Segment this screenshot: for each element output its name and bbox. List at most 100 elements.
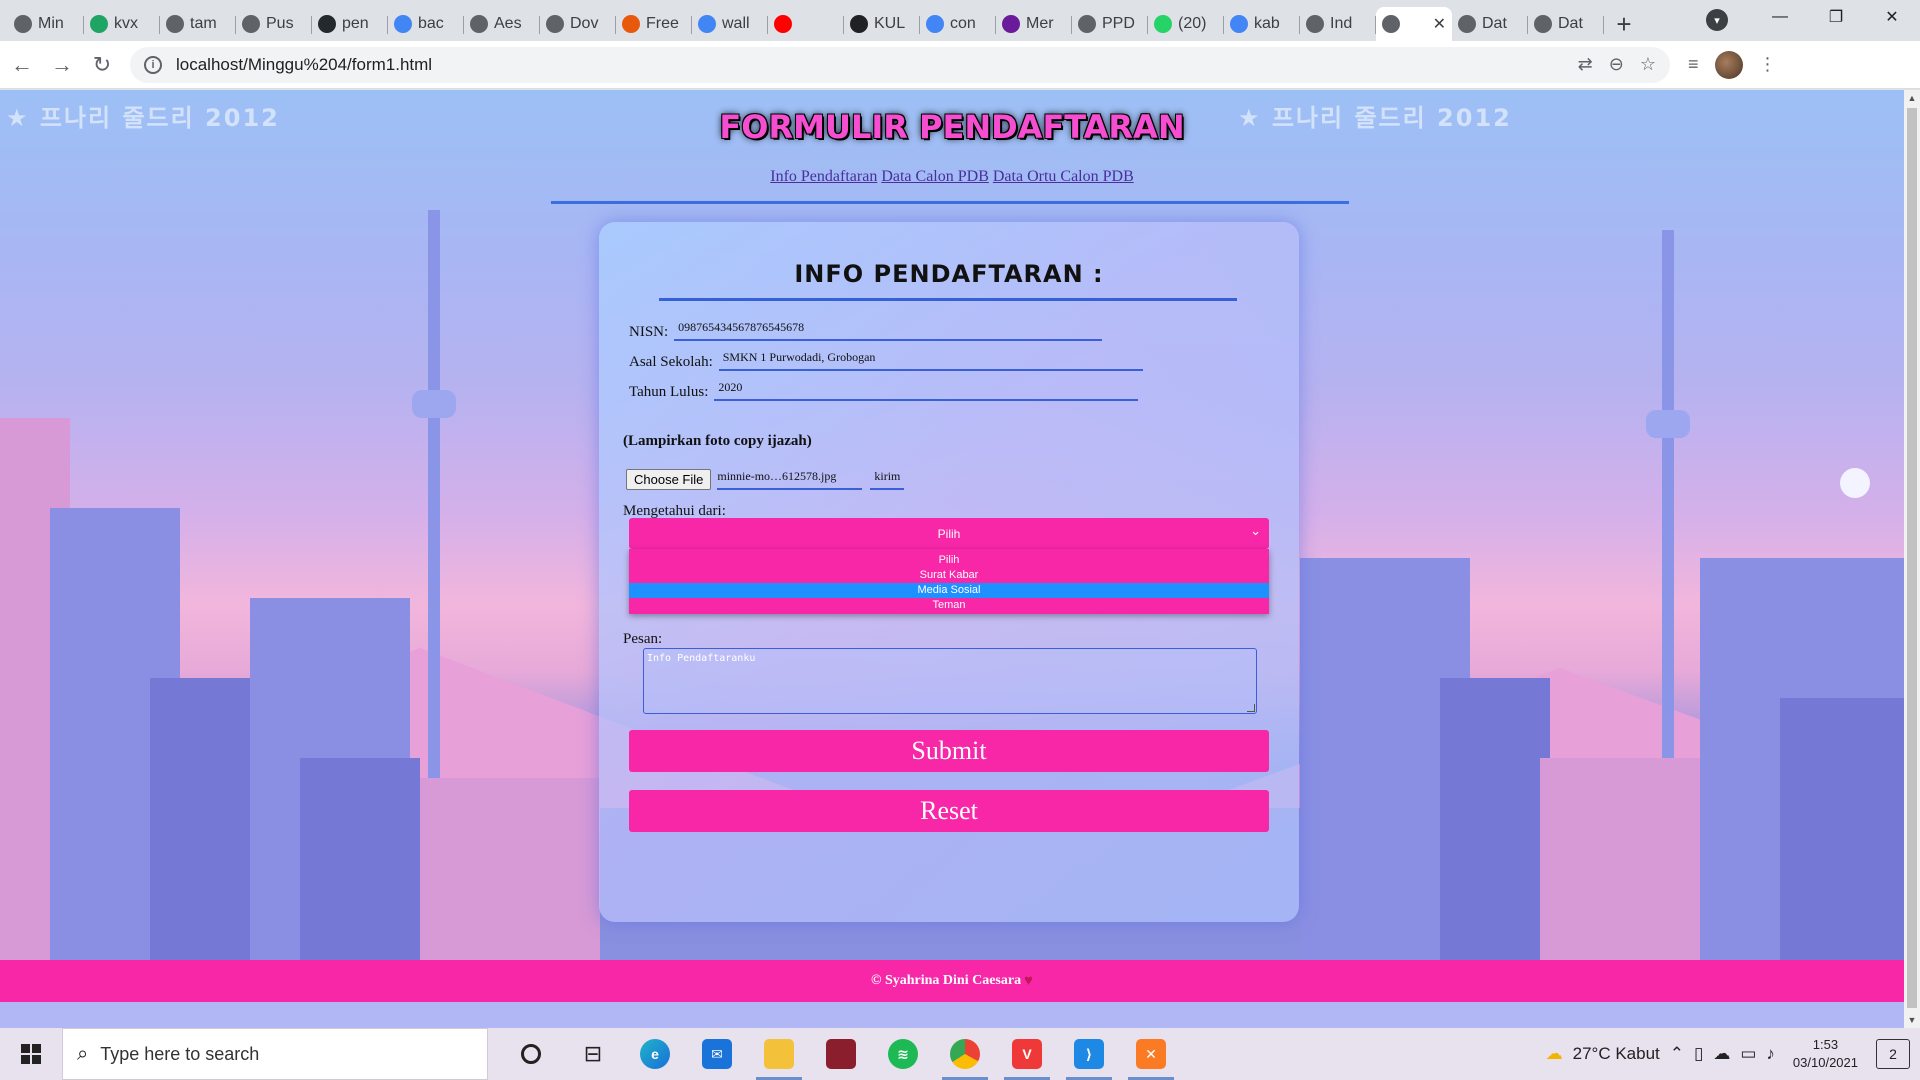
browser-tab[interactable]: con	[920, 7, 996, 41]
taskbar-clock[interactable]: 1:53 03/10/2021	[1793, 1036, 1858, 1072]
nav-link-data-ortu[interactable]: Data Ortu Calon PDB	[993, 168, 1134, 185]
browser-tab[interactable]: ✕	[1376, 7, 1452, 41]
url-text[interactable]: localhost/Minggu%204/form1.html	[176, 55, 432, 75]
window-controls: — ❐ ✕	[1752, 0, 1920, 34]
resize-handle-icon[interactable]	[1247, 704, 1255, 712]
globe-icon	[546, 15, 564, 33]
globe-icon	[242, 15, 260, 33]
volume-icon[interactable]: ♪	[1766, 1044, 1775, 1064]
mail-icon[interactable]: ✉	[686, 1028, 748, 1080]
browser-tab[interactable]: wall	[692, 7, 768, 41]
dropdown-option-teman[interactable]: Teman	[629, 598, 1269, 613]
xampp-icon[interactable]: ✕	[1120, 1028, 1182, 1080]
taskbar-search[interactable]: ⌕ Type here to search	[62, 1028, 488, 1080]
browser-tab[interactable]: Dov	[540, 7, 616, 41]
browser-tab[interactable]: tam	[160, 7, 236, 41]
registration-card: INFO PENDAFTARAN : NISN: 098765434567876…	[599, 222, 1299, 922]
site-info-icon[interactable]: i	[144, 55, 162, 74]
browser-tab[interactable]: KUL	[844, 7, 920, 41]
close-window-icon[interactable]: ✕	[1864, 0, 1920, 34]
tab-title: wall	[722, 15, 750, 32]
restore-icon[interactable]: ❐	[1808, 0, 1864, 34]
graduation-year-input[interactable]: 2020	[714, 380, 1139, 401]
globe-icon	[14, 15, 32, 33]
minimize-icon[interactable]: —	[1752, 0, 1808, 34]
notification-center-icon[interactable]: 2	[1876, 1039, 1910, 1069]
start-button[interactable]	[0, 1028, 62, 1080]
tower-left	[428, 210, 440, 790]
profile-avatar[interactable]	[1714, 50, 1743, 79]
close-tab-icon[interactable]: ✕	[1433, 14, 1446, 34]
translate-icon[interactable]: ⇄	[1578, 54, 1593, 75]
browser-tab[interactable]: Mer	[996, 7, 1072, 41]
chevron-up-icon[interactable]: ⌃	[1670, 1044, 1684, 1064]
tab-title: Dat	[1482, 15, 1507, 32]
browser-tab[interactable]: Dat	[1528, 7, 1604, 41]
task-view-icon[interactable]: ⊟	[562, 1028, 624, 1080]
tab-title: Pus	[266, 15, 294, 32]
browser-tab[interactable]: Free	[616, 7, 692, 41]
dropdown-option-surat-kabar[interactable]: Surat Kabar	[629, 568, 1269, 583]
moon-icon	[1840, 468, 1870, 498]
battery-icon[interactable]: ▭	[1740, 1044, 1756, 1064]
onedrive-icon[interactable]: ☁	[1713, 1044, 1730, 1064]
edge-icon[interactable]: e	[624, 1028, 686, 1080]
file-explorer-icon[interactable]	[748, 1028, 810, 1080]
browser-tab[interactable]: bac	[388, 7, 464, 41]
source-select[interactable]: Pilih ⌄	[629, 518, 1269, 549]
app-icon	[1002, 15, 1020, 33]
browser-tab[interactable]: PPD	[1072, 7, 1148, 41]
page-scrollbar[interactable]: ▲ ▼	[1904, 90, 1920, 1028]
weather-icon[interactable]: ☁	[1546, 1044, 1563, 1064]
weather-text[interactable]: 27°C Kabut	[1573, 1044, 1660, 1064]
address-bar[interactable]: i localhost/Minggu%204/form1.html ⇄ ⊖ ☆	[130, 46, 1670, 83]
tab-title: Aes	[494, 15, 522, 32]
browser-tab[interactable]: Ind	[1300, 7, 1376, 41]
nav-link-data-calon[interactable]: Data Calon PDB	[881, 168, 989, 185]
back-icon[interactable]: ←	[4, 47, 40, 83]
new-tab-button[interactable]: +	[1604, 7, 1644, 41]
vscode-icon[interactable]: ⟩	[1058, 1028, 1120, 1080]
menu-kebab-icon[interactable]: ⋮	[1759, 54, 1777, 75]
browser-tab[interactable]: Dat	[1452, 7, 1528, 41]
media-app-icon[interactable]	[810, 1028, 872, 1080]
forward-icon[interactable]: →	[44, 47, 80, 83]
browser-tab[interactable]: Min	[8, 7, 84, 41]
tab-search-icon[interactable]: ▾	[1706, 9, 1728, 31]
dropdown-option-pilih[interactable]: Pilih	[629, 553, 1269, 568]
nav-link-info[interactable]: Info Pendaftaran	[770, 168, 877, 185]
browser-tab[interactable]: Aes	[464, 7, 540, 41]
scroll-up-icon[interactable]: ▲	[1904, 90, 1920, 106]
nisn-label: NISN:	[629, 324, 669, 340]
pinned-apps: ⊟ e ✉ ≋ V ⟩ ✕	[500, 1028, 1182, 1080]
media-control-icon[interactable]: ≡	[1688, 54, 1699, 75]
vivaldi-icon[interactable]: V	[996, 1028, 1058, 1080]
tab-title: tam	[190, 15, 217, 32]
browser-tab[interactable]: Pus	[236, 7, 312, 41]
spotify-icon[interactable]: ≋	[872, 1028, 934, 1080]
school-input[interactable]: SMKN 1 Purwodadi, Grobogan	[718, 350, 1143, 371]
google-icon	[698, 15, 716, 33]
browser-tab[interactable]: pen	[312, 7, 388, 41]
browser-tab[interactable]: kvx	[84, 7, 160, 41]
message-textarea[interactable]: Info Pendaftaranku	[643, 648, 1257, 714]
send-file-button[interactable]: kirim	[870, 469, 905, 490]
reload-icon[interactable]: ↻	[84, 47, 120, 83]
cortana-icon[interactable]	[500, 1028, 562, 1080]
choose-file-button[interactable]: Choose File	[626, 469, 712, 490]
submit-button[interactable]: Submit	[629, 730, 1269, 772]
zoom-icon[interactable]: ⊖	[1609, 54, 1624, 75]
reset-button[interactable]: Reset	[629, 790, 1269, 832]
bookmark-star-icon[interactable]: ☆	[1640, 54, 1656, 75]
tab-title: (20)	[1178, 15, 1207, 32]
nisn-input[interactable]: 098765434567876545678	[674, 320, 1103, 341]
scroll-down-icon[interactable]: ▼	[1904, 1012, 1920, 1028]
chrome-icon[interactable]	[934, 1028, 996, 1080]
device-icon[interactable]: ▯	[1694, 1044, 1703, 1064]
taskbar-search-placeholder: Type here to search	[100, 1043, 260, 1064]
browser-tab[interactable]: (20)	[1148, 7, 1224, 41]
browser-tab[interactable]: kab	[1224, 7, 1300, 41]
dropdown-option-media-sosial[interactable]: Media Sosial	[629, 583, 1269, 598]
scrollbar-thumb[interactable]	[1907, 108, 1917, 1008]
browser-tab[interactable]	[768, 7, 844, 41]
